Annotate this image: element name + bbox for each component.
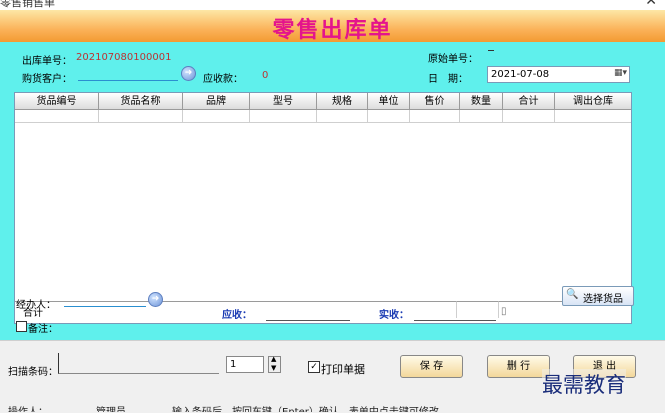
- scan-label: 扫描条码：: [8, 367, 58, 378]
- col-header-price[interactable]: 售价: [410, 93, 460, 110]
- operator-label: 操作人：: [8, 404, 48, 412]
- print-label: 打印单据: [321, 363, 365, 376]
- scan-input[interactable]: [58, 353, 219, 374]
- print-checkbox[interactable]: ✓: [308, 361, 320, 373]
- col-header-warehouse[interactable]: 调出仓库: [555, 93, 631, 110]
- table-cell[interactable]: [503, 110, 555, 123]
- table-cell[interactable]: [460, 110, 503, 123]
- col-header-unit[interactable]: 单位: [368, 93, 410, 110]
- items-table: 货品编号 货品名称 品牌 型号 规格 单位 售价 数量 合计 调出仓库 合计: [14, 92, 632, 324]
- customer-lookup-button[interactable]: ➜: [181, 66, 196, 81]
- receivable-value: 0: [262, 70, 269, 81]
- note-label: 备注：: [28, 324, 58, 335]
- table-cell[interactable]: [368, 110, 410, 123]
- choose-goods-button[interactable]: 🔍 选择货品: [562, 286, 634, 306]
- col-header-qty[interactable]: 数量: [460, 93, 503, 110]
- choose-goods-label: 选择货品: [583, 294, 623, 305]
- table-cell[interactable]: [15, 110, 99, 123]
- window-titlebar: 零售销售单 ✕: [0, 0, 665, 10]
- operator-value: 管理员: [96, 404, 126, 412]
- delete-row-button[interactable]: 删 行: [487, 355, 550, 378]
- calendar-icon[interactable]: ▦▾: [614, 68, 627, 78]
- window-title: 零售销售单: [0, 0, 55, 9]
- col-header-name[interactable]: 货品名称: [99, 93, 183, 110]
- quantity-stepper[interactable]: 1: [226, 356, 264, 373]
- date-picker[interactable]: 2021-07-08 ▦▾: [487, 66, 630, 83]
- bottom-toolbar: 扫描条码： 1 ▲ ▼ ✓ 打印单据 保 存 删 行 退 出 最需教育: [0, 340, 665, 413]
- receivable-label: 应收款：: [203, 74, 243, 85]
- col-header-spec[interactable]: 规格: [317, 93, 368, 110]
- table-cell[interactable]: [183, 110, 250, 123]
- date-label: 日 期：: [428, 74, 468, 85]
- table-cell[interactable]: [555, 110, 631, 123]
- page-title: 零售出库单: [272, 17, 393, 43]
- banner: 零售出库单: [0, 10, 665, 43]
- yingshou-label: 应收：: [222, 310, 252, 321]
- original-no-dash: [488, 50, 494, 51]
- date-value: 2021-07-08: [491, 69, 550, 80]
- shishou-input[interactable]: [414, 307, 496, 321]
- note-checkbox[interactable]: [16, 321, 27, 332]
- table-cell[interactable]: [250, 110, 317, 123]
- status-hint: 输入条码后，按回车键（Enter）确认，表单中点击键可修改: [172, 404, 439, 412]
- order-no-label: 出库单号：: [22, 56, 72, 67]
- handler-label: 经办人：: [16, 300, 56, 311]
- col-header-code[interactable]: 货品编号: [15, 93, 99, 110]
- handler-input[interactable]: [64, 293, 146, 307]
- search-icon: 🔍: [566, 289, 579, 300]
- save-button[interactable]: 保 存: [400, 355, 463, 378]
- table-cell[interactable]: [410, 110, 460, 123]
- table-cell[interactable]: [99, 110, 183, 123]
- customer-label: 购货客户：: [22, 74, 72, 85]
- table-cell[interactable]: [317, 110, 368, 123]
- watermark: 最需教育: [542, 369, 626, 399]
- col-header-total[interactable]: 合计: [503, 93, 555, 110]
- handler-lookup-button[interactable]: ➜: [148, 292, 163, 307]
- order-no-value: 202107080100001: [76, 52, 172, 63]
- close-icon[interactable]: ✕: [645, 0, 657, 9]
- yingshou-input[interactable]: [266, 307, 350, 321]
- spin-down-icon[interactable]: ▼: [271, 364, 276, 372]
- spin-up-icon[interactable]: ▲: [271, 355, 276, 363]
- col-header-brand[interactable]: 品牌: [183, 93, 250, 110]
- status-bar: 操作人： 管理员 输入条码后，按回车键（Enter）确认，表单中点击键可修改: [0, 404, 665, 412]
- quantity-spin[interactable]: ▲ ▼: [268, 355, 281, 373]
- quantity-value: 1: [230, 359, 237, 370]
- customer-input[interactable]: [78, 67, 178, 81]
- col-header-model[interactable]: 型号: [250, 93, 317, 110]
- original-no-label: 原始单号：: [428, 54, 478, 65]
- shishou-label: 实收：: [379, 310, 409, 321]
- form-area: 出库单号： 202107080100001 原始单号： 购货客户： ➜ 应收款：…: [0, 42, 665, 340]
- calculator-icon[interactable]: ▯: [501, 306, 507, 317]
